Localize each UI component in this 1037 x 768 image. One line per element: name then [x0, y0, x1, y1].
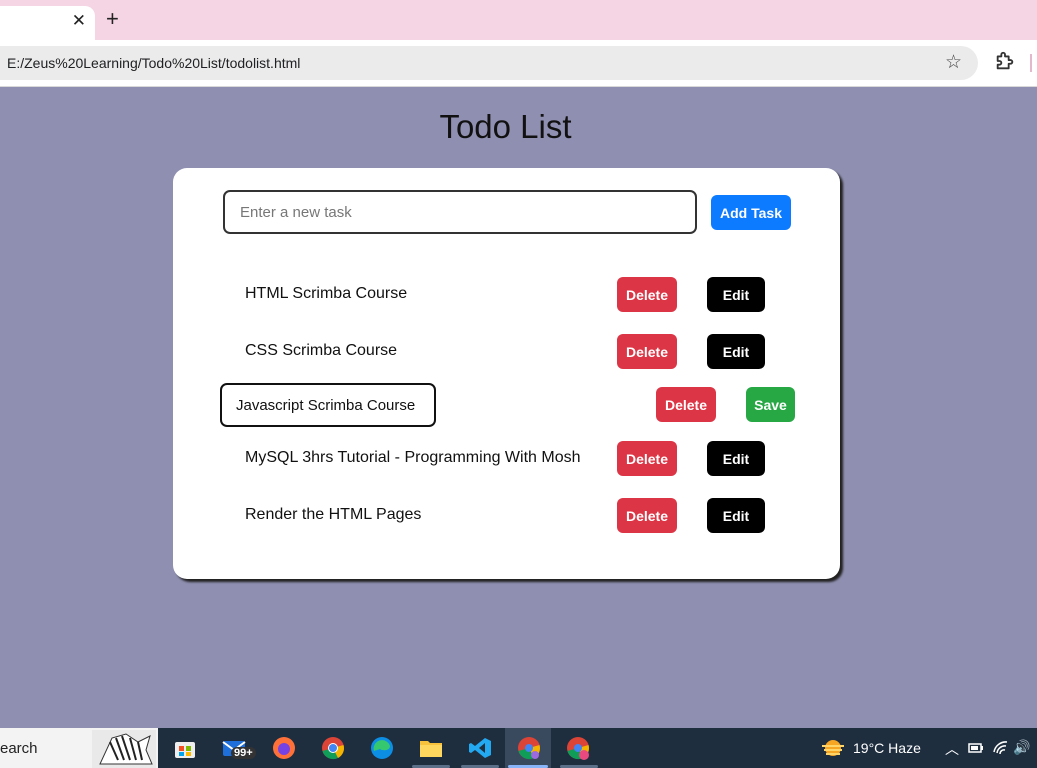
save-button[interactable]: Save [746, 387, 795, 422]
edge-icon[interactable] [370, 736, 394, 760]
add-task-button[interactable]: Add Task [711, 195, 791, 230]
delete-button[interactable]: Delete [617, 277, 677, 312]
address-bar[interactable]: E:/Zeus%20Learning/Todo%20List/todolist.… [0, 46, 978, 80]
task-label: Render the HTML Pages [245, 506, 422, 523]
taskbar-search[interactable]: earch [0, 728, 158, 768]
task-edit-input[interactable] [220, 383, 436, 427]
edit-button[interactable]: Edit [707, 441, 765, 476]
chevron-up-icon[interactable]: ︿ [945, 739, 959, 759]
edit-button[interactable]: Edit [707, 498, 765, 533]
delete-button[interactable]: Delete [617, 498, 677, 533]
zebra-image-icon [92, 730, 156, 768]
browser-tab[interactable]: ✕ [0, 6, 95, 40]
vscode-icon[interactable] [468, 736, 492, 760]
puzzle-icon[interactable] [994, 50, 1016, 72]
close-tab-icon[interactable]: ✕ [72, 11, 86, 31]
edit-button[interactable]: Edit [707, 334, 765, 369]
new-task-input[interactable] [223, 190, 697, 234]
toolbar-divider [1030, 54, 1032, 72]
delete-button[interactable]: Delete [656, 387, 716, 422]
new-tab-icon[interactable]: + [106, 8, 119, 30]
task-label: HTML Scrimba Course [245, 285, 408, 302]
mail-badge: 99+ [231, 747, 256, 759]
firefox-icon[interactable] [272, 736, 296, 760]
delete-button[interactable]: Delete [617, 441, 677, 476]
file-explorer-icon[interactable] [419, 736, 443, 760]
chrome-profile-icon[interactable] [517, 736, 541, 760]
chrome-profile-k-icon[interactable] [566, 736, 590, 760]
wifi-icon[interactable] [993, 740, 1009, 756]
task-label: MySQL 3hrs Tutorial - Programming With M… [245, 449, 581, 466]
url-text: E:/Zeus%20Learning/Todo%20List/todolist.… [7, 55, 301, 71]
browser-tab-strip: ✕ + [0, 0, 1037, 40]
weather-haze-icon [822, 740, 844, 756]
volume-icon[interactable]: 🔊 [1013, 739, 1030, 756]
page-title: Todo List [439, 108, 572, 145]
battery-icon[interactable] [968, 740, 984, 756]
star-icon[interactable]: ☆ [945, 51, 962, 74]
search-label: earch [0, 740, 38, 757]
windows-taskbar: earch 99+ 19°C Haze ︿ 🔊 [0, 728, 1037, 768]
browser-toolbar: E:/Zeus%20Learning/Todo%20List/todolist.… [0, 40, 1037, 87]
chrome-icon[interactable] [321, 736, 345, 760]
delete-button[interactable]: Delete [617, 334, 677, 369]
weather-text: 19°C Haze [853, 740, 921, 756]
task-label: CSS Scrimba Course [245, 342, 398, 359]
edit-button[interactable]: Edit [707, 277, 765, 312]
store-icon[interactable] [173, 736, 197, 760]
